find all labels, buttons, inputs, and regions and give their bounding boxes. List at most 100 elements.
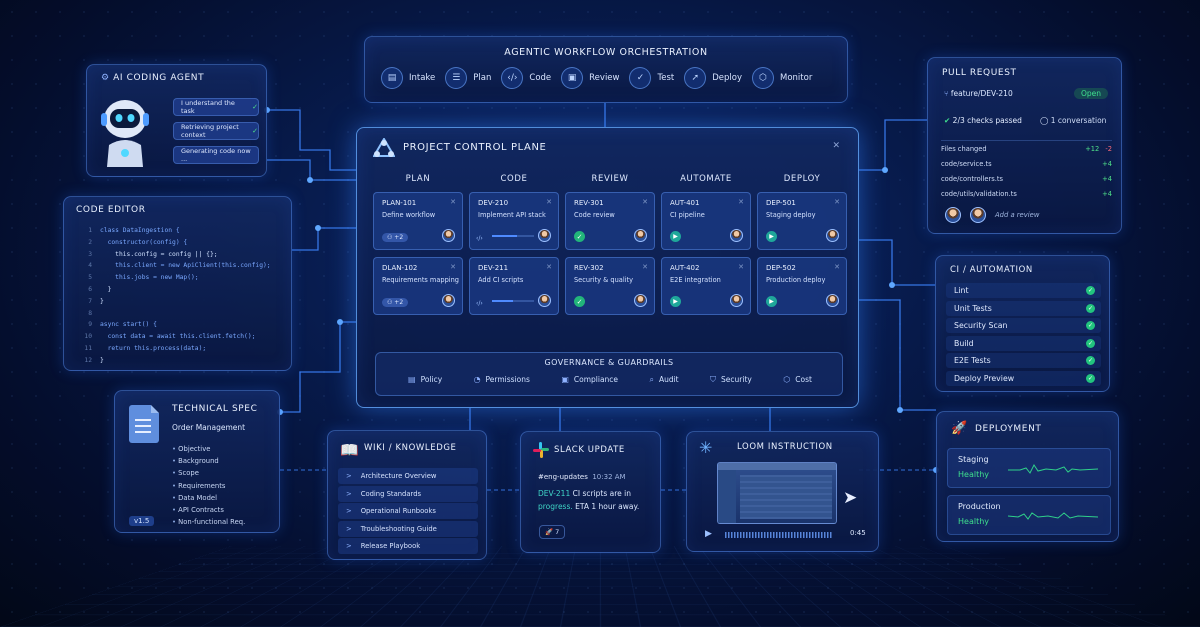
wiki-item[interactable]: > Architecture Overview (338, 468, 478, 484)
avatar[interactable] (442, 229, 455, 242)
ci-check-row[interactable]: Lint ✓ (946, 283, 1101, 298)
ci-check-label: E2E Tests (954, 356, 991, 365)
avatar[interactable] (634, 229, 647, 242)
agent-icon: ⚙ (101, 73, 114, 83)
task-card[interactable]: REV-302 Security & quality ✕ ✓ (565, 257, 655, 315)
branch-icon: ⑂ (944, 89, 951, 98)
spec-item[interactable]: Non-functional Req. (172, 516, 245, 528)
governance-policy[interactable]: ▤ Policy (408, 375, 442, 385)
close-icon[interactable]: ✕ (738, 198, 744, 206)
reaction-button[interactable]: 🚀 7 (539, 525, 566, 539)
spec-item[interactable]: Objective (172, 443, 245, 455)
file-row[interactable]: code/controllers.ts +4 (941, 171, 1112, 186)
close-icon[interactable]: ✕ (834, 263, 840, 271)
task-name: CI pipeline (670, 211, 705, 219)
avatar[interactable] (945, 207, 961, 223)
close-icon[interactable]: ✕ (546, 198, 552, 206)
spec-item[interactable]: Requirements (172, 480, 245, 492)
pr-title: PULL REQUEST (942, 68, 1017, 78)
code-line: 1 class DataIngestion { (76, 225, 271, 237)
avatar[interactable] (826, 294, 839, 307)
avatar[interactable] (730, 294, 743, 307)
task-card[interactable]: DLAN-102 Requirements mapping ✕ ⚇ +2 (373, 257, 463, 315)
health-sparkline (1008, 512, 1098, 520)
avatar[interactable] (538, 294, 551, 307)
spec-item[interactable]: Background (172, 455, 245, 467)
task-card[interactable]: DEV-211 Add CI scripts ✕ ‹/› (469, 257, 559, 315)
step-monitor[interactable]: ⬡ Monitor (752, 67, 812, 89)
step-review[interactable]: ▣ Review (561, 67, 619, 89)
governance-security[interactable]: ⛉ Security (710, 375, 752, 385)
task-card[interactable]: AUT-401 CI pipeline ✕ ▶ (661, 192, 751, 250)
ci-check-row[interactable]: Security Scan ✓ (946, 318, 1101, 333)
step-label: Deploy (712, 73, 742, 83)
governance-title: GOVERNANCE & GUARDRAILS (544, 358, 674, 367)
step-deploy[interactable]: ➚ Deploy (684, 67, 742, 89)
wiki-item[interactable]: > Coding Standards (338, 485, 478, 502)
video-thumbnail[interactable] (717, 462, 837, 524)
close-icon[interactable]: ✕ (832, 141, 840, 151)
avatar[interactable] (970, 207, 986, 223)
ci-check-row[interactable]: Build ✓ (946, 335, 1101, 351)
agent-title: ⚙ AI CODING AGENT (101, 73, 204, 83)
code-text: return this.process(data); (100, 344, 207, 352)
governance-permissions[interactable]: ◔ Permissions (474, 375, 530, 385)
wiki-item[interactable]: > Troubleshooting Guide (338, 520, 478, 537)
env-staging[interactable]: Staging Healthy (947, 448, 1111, 488)
ci-check-row[interactable]: Unit Tests ✓ (946, 300, 1101, 316)
env-status: Healthy (958, 517, 990, 526)
play-button[interactable]: ▶ (705, 529, 712, 539)
code-line: 5 this.jobs = new Map(); (76, 272, 271, 284)
check-circle-icon: ✓ (1086, 356, 1095, 365)
file-row[interactable]: code/service.ts +4 (941, 156, 1112, 171)
audit-icon: ⌕ (649, 375, 654, 384)
code-text: this.jobs = new Map(); (100, 274, 199, 282)
close-icon[interactable]: ✕ (546, 263, 552, 271)
avatar[interactable] (634, 294, 647, 307)
task-card[interactable]: REV-301 Code review ✕ ✓ (565, 192, 655, 250)
task-card[interactable]: PLAN-101 Define workflow ✕ ⚇ +2 (373, 192, 463, 250)
pr-checks[interactable]: ✔ 2/3 checks passed (944, 116, 1022, 125)
add-review-link[interactable]: Add a review (995, 211, 1039, 219)
ci-check-row[interactable]: Deploy Preview ✓ (946, 370, 1101, 386)
pr-branch[interactable]: ⑂ feature/DEV-210 (944, 89, 1013, 98)
governance-cost[interactable]: ⬡ Cost (783, 375, 812, 385)
step-plan[interactable]: ☰ Plan (445, 67, 491, 89)
close-icon[interactable]: ✕ (642, 198, 648, 206)
rocket-icon: 🚀 (951, 421, 968, 436)
spec-item[interactable]: Data Model (172, 492, 245, 504)
step-code[interactable]: ‹/› Code (501, 67, 551, 89)
avatar[interactable] (538, 229, 551, 242)
spec-item[interactable]: API Contracts (172, 504, 245, 516)
task-id: DLAN-102 (382, 264, 418, 272)
avatar[interactable] (442, 294, 455, 307)
task-card[interactable]: DEP-502 Production deploy ✕ ▶ (757, 257, 847, 315)
close-icon[interactable]: ✕ (450, 263, 456, 271)
close-icon[interactable]: ✕ (642, 263, 648, 271)
step-intake[interactable]: ▤ Intake (381, 67, 435, 89)
task-card[interactable]: DEP-501 Staging deploy ✕ ▶ (757, 192, 847, 250)
pr-conversation[interactable]: ◯ 1 conversation (1040, 116, 1106, 125)
wiki-item[interactable]: > Operational Runbooks (338, 503, 478, 519)
slack-ticket-link[interactable]: DEV-211 (538, 489, 570, 498)
close-icon[interactable]: ✕ (738, 263, 744, 271)
code-line: 6 } (76, 284, 271, 296)
step-test[interactable]: ✓ Test (629, 67, 674, 89)
file-row[interactable]: code/utils/validation.ts +4 (941, 186, 1112, 201)
avatar[interactable] (730, 229, 743, 242)
task-card[interactable]: AUT-402 E2E integration ✕ ▶ (661, 257, 751, 315)
audio-waveform[interactable] (725, 532, 833, 538)
task-card[interactable]: DEV-210 Implement API stack ✕ ‹/› (469, 192, 559, 250)
code-view[interactable]: 1 class DataIngestion {2 constructor(conf… (76, 225, 271, 367)
close-icon[interactable]: ✕ (450, 198, 456, 206)
close-icon[interactable]: ✕ (834, 198, 840, 206)
line-number: 6 (88, 285, 92, 293)
env-production[interactable]: Production Healthy (947, 495, 1111, 535)
wiki-item[interactable]: > Release Playbook (338, 538, 478, 554)
governance-audit[interactable]: ⌕ Audit (649, 375, 678, 385)
spec-item[interactable]: Scope (172, 467, 245, 479)
slack-channel[interactable]: #eng-updates (538, 473, 588, 481)
avatar[interactable] (826, 229, 839, 242)
ci-check-row[interactable]: E2E Tests ✓ (946, 353, 1101, 368)
governance-compliance[interactable]: ▣ Compliance (561, 375, 618, 385)
